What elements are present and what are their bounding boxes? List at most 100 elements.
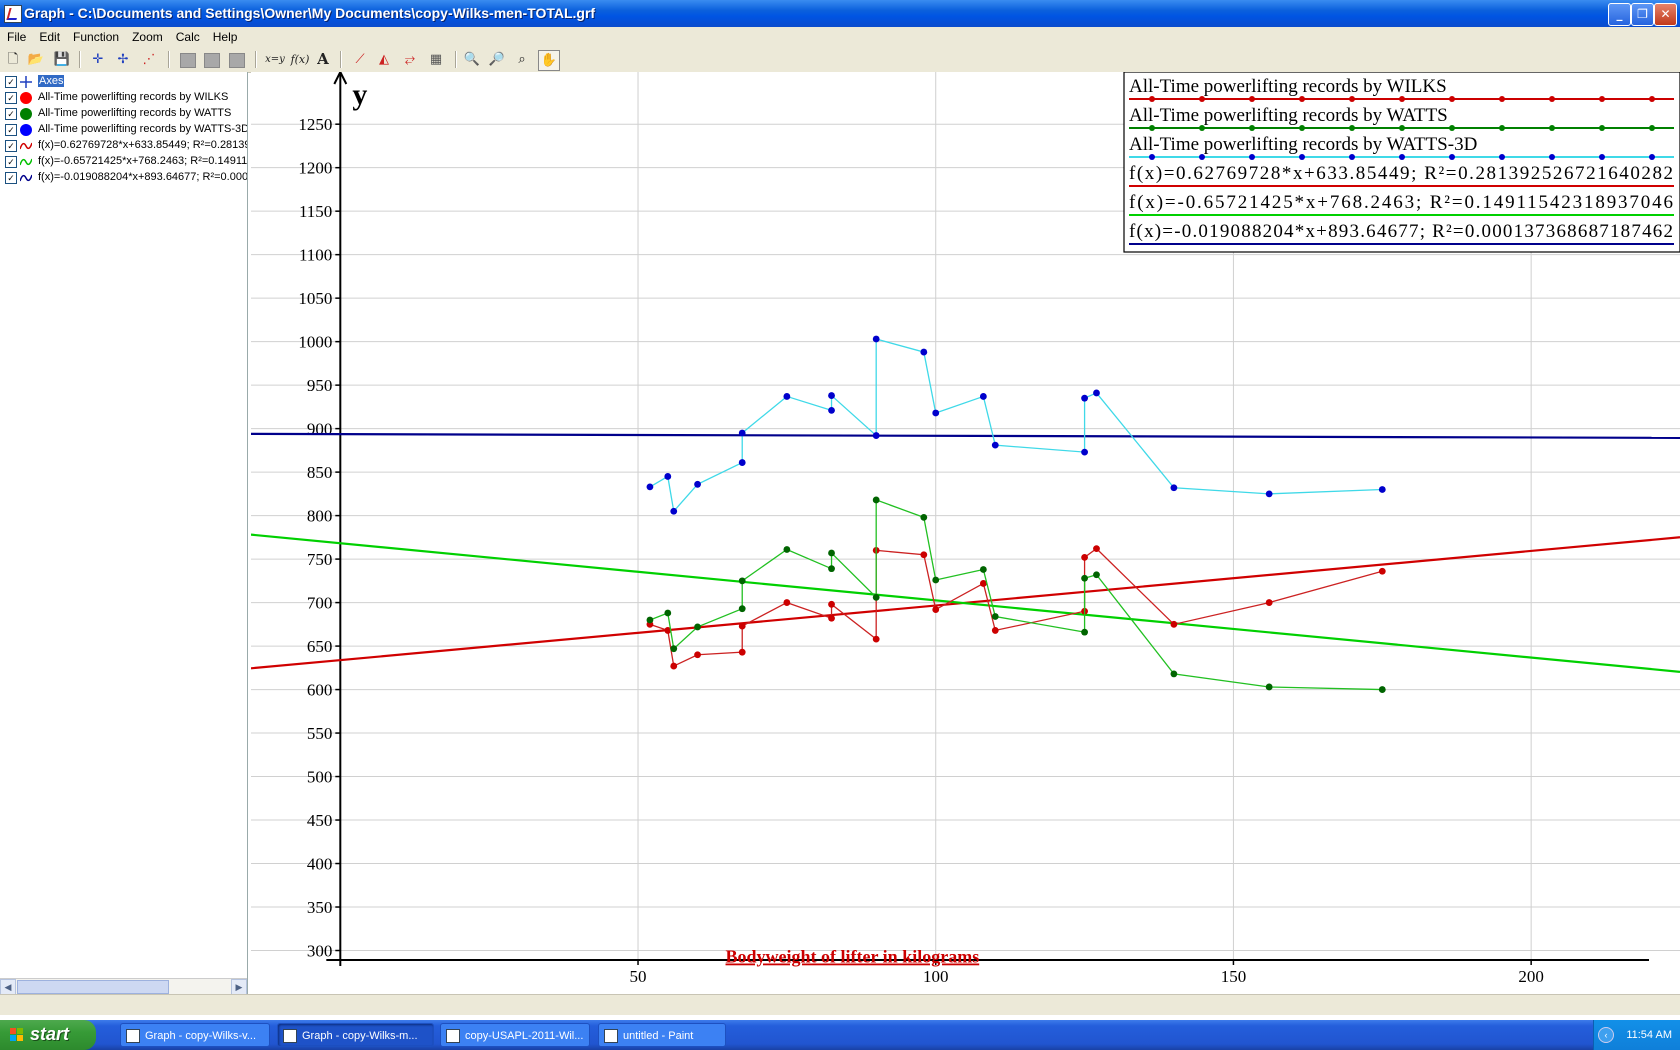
disabled-tool-icon bbox=[180, 53, 196, 68]
task-label: copy-USAPL-2011-Wil... bbox=[465, 1030, 584, 1042]
zoom-out-icon[interactable]: 🔎 bbox=[487, 50, 507, 69]
disabled-tool-icon bbox=[229, 53, 245, 68]
chart-svg: y 300 350 400 450 500 550 600 650 700 750 800 850 900… bbox=[250, 69, 1680, 986]
close-button[interactable]: ✕ bbox=[1654, 3, 1677, 26]
legend-marker bbox=[1649, 125, 1655, 131]
legend-marker bbox=[1649, 96, 1655, 102]
data-point bbox=[694, 623, 701, 631]
insert-label-button[interactable]: A bbox=[313, 50, 333, 69]
legend-marker bbox=[1349, 125, 1355, 131]
task-label: Graph - copy-Wilks-v... bbox=[145, 1030, 257, 1042]
y-tick-label: 350 bbox=[307, 898, 333, 917]
checkbox[interactable]: ✓ bbox=[5, 140, 17, 152]
zoom-window-icon[interactable]: ⌕ bbox=[512, 50, 532, 69]
task-paint[interactable]: untitled - Paint bbox=[598, 1023, 726, 1047]
menu-file[interactable]: File bbox=[0, 27, 32, 44]
restore-button[interactable]: ❐ bbox=[1631, 3, 1654, 26]
x-tick-label: 150 bbox=[1221, 967, 1247, 986]
y-tick-label: 500 bbox=[307, 768, 333, 787]
data-point bbox=[783, 393, 791, 400]
axes-icon bbox=[20, 76, 32, 88]
start-button[interactable]: start bbox=[0, 1020, 96, 1050]
checkbox[interactable]: ✓ bbox=[5, 92, 17, 104]
data-point bbox=[738, 577, 746, 585]
panel-item-fx-watts[interactable]: ✓ f(x)=-0.65721425*x+768.2463; R²=0.1491… bbox=[0, 154, 247, 170]
legend-marker bbox=[1199, 154, 1205, 160]
legend-marker bbox=[1399, 125, 1405, 131]
graph-plot-area[interactable]: y 300 350 400 450 500 550 600 650 700 750 800 850 900… bbox=[250, 69, 1680, 994]
panel-item-label: Axes bbox=[38, 75, 65, 87]
axes-icon[interactable]: ✛ bbox=[88, 50, 108, 69]
trendline-icon[interactable]: ⥂ bbox=[400, 50, 420, 69]
scroll-right-icon[interactable]: ▶ bbox=[231, 979, 247, 995]
save-icon[interactable]: 💾 bbox=[52, 50, 72, 69]
panel-item-label: f(x)=-0.019088204*x+893.64677; R²=0.0001 bbox=[38, 171, 247, 183]
menu-function[interactable]: Function bbox=[66, 27, 125, 44]
tangent-icon[interactable]: ⟋ bbox=[350, 50, 370, 69]
panel-item-watts[interactable]: ✓ All-Time powerlifting records by WATTS bbox=[0, 106, 247, 122]
data-point bbox=[664, 609, 672, 617]
panel-item-watts-3d[interactable]: ✓ All-Time powerlifting records by WATTS… bbox=[0, 122, 247, 138]
task-usapl-document[interactable]: copy-USAPL-2011-Wil... bbox=[440, 1023, 590, 1047]
menu-bar: File Edit Function Zoom Calc Help bbox=[0, 27, 1680, 47]
data-point bbox=[783, 546, 791, 553]
data-point bbox=[1170, 484, 1178, 492]
data-point bbox=[932, 576, 940, 584]
insert-relation-button[interactable]: x=y bbox=[263, 50, 287, 69]
checkbox[interactable]: ✓ bbox=[5, 124, 17, 136]
data-point bbox=[738, 622, 746, 630]
zoom-in-icon[interactable]: 🔍 bbox=[462, 50, 482, 69]
menu-help[interactable]: Help bbox=[206, 27, 244, 44]
legend-marker bbox=[1199, 125, 1205, 131]
insert-function-button[interactable]: f(x) bbox=[288, 50, 312, 69]
checkbox[interactable]: ✓ bbox=[5, 76, 17, 88]
insert-point-series-icon[interactable]: ⋰ bbox=[139, 50, 159, 69]
checkbox[interactable]: ✓ bbox=[5, 108, 17, 120]
panel-item-wilks[interactable]: ✓ All-Time powerlifting records by WILKS bbox=[0, 90, 247, 106]
y-tick-label: 1100 bbox=[299, 246, 332, 265]
panel-item-axes[interactable]: ✓ Axes bbox=[0, 74, 247, 90]
show-hidden-icons-icon[interactable]: ‹ bbox=[1598, 1027, 1614, 1043]
open-folder-icon[interactable]: 📂 bbox=[26, 50, 46, 69]
data-point bbox=[872, 496, 880, 504]
legend-marker bbox=[1449, 154, 1455, 160]
minimize-button[interactable]: _ bbox=[1608, 3, 1631, 26]
data-point bbox=[920, 348, 928, 356]
scroll-thumb[interactable] bbox=[17, 980, 169, 994]
toolbar-separator bbox=[255, 51, 257, 68]
task-graph-wilks-v[interactable]: Graph - copy-Wilks-v... bbox=[120, 1023, 270, 1047]
move-hand-icon[interactable]: ✋ bbox=[538, 50, 560, 71]
shading-icon[interactable]: ◭ bbox=[374, 50, 394, 69]
panel-item-fx-watts-3d[interactable]: ✓ f(x)=-0.019088204*x+893.64677; R²=0.00… bbox=[0, 170, 247, 186]
data-point bbox=[1378, 486, 1386, 493]
y-tick-label: 1200 bbox=[298, 159, 332, 178]
data-point bbox=[1081, 628, 1088, 636]
legend-marker bbox=[1499, 96, 1505, 102]
menu-edit[interactable]: Edit bbox=[32, 27, 66, 44]
data-point bbox=[828, 549, 835, 557]
task-graph-wilks-m[interactable]: Graph - copy-Wilks-m... bbox=[277, 1023, 434, 1047]
panel-horizontal-scrollbar[interactable]: ◀ ▶ bbox=[0, 978, 247, 995]
panel-item-fx-wilks[interactable]: ✓ f(x)=0.62769728*x+633.85449; R²=0.2813… bbox=[0, 138, 247, 154]
insert-axes-icon[interactable]: ✢ bbox=[113, 50, 133, 69]
data-point bbox=[828, 614, 835, 622]
series-line-2 bbox=[649, 499, 1383, 691]
legend-marker bbox=[1599, 125, 1605, 131]
data-point bbox=[920, 551, 928, 559]
scroll-left-icon[interactable]: ◀ bbox=[0, 979, 16, 995]
table-icon[interactable]: ▦ bbox=[426, 50, 446, 69]
data-point bbox=[1093, 571, 1100, 579]
new-file-icon[interactable]: 🗋 bbox=[3, 50, 23, 69]
checkbox[interactable]: ✓ bbox=[5, 172, 17, 184]
menu-zoom[interactable]: Zoom bbox=[125, 27, 169, 44]
menu-calc[interactable]: Calc bbox=[169, 27, 206, 44]
y-tick-label: 750 bbox=[307, 550, 333, 569]
start-label: start bbox=[30, 1024, 70, 1044]
checkbox[interactable]: ✓ bbox=[5, 156, 17, 168]
red-curve-icon bbox=[20, 142, 32, 150]
y-tick-label: 600 bbox=[307, 681, 333, 700]
data-point bbox=[1378, 567, 1386, 575]
toolbar-separator bbox=[455, 51, 457, 68]
legend-marker bbox=[1599, 154, 1605, 160]
graph-app-icon bbox=[283, 1029, 297, 1043]
